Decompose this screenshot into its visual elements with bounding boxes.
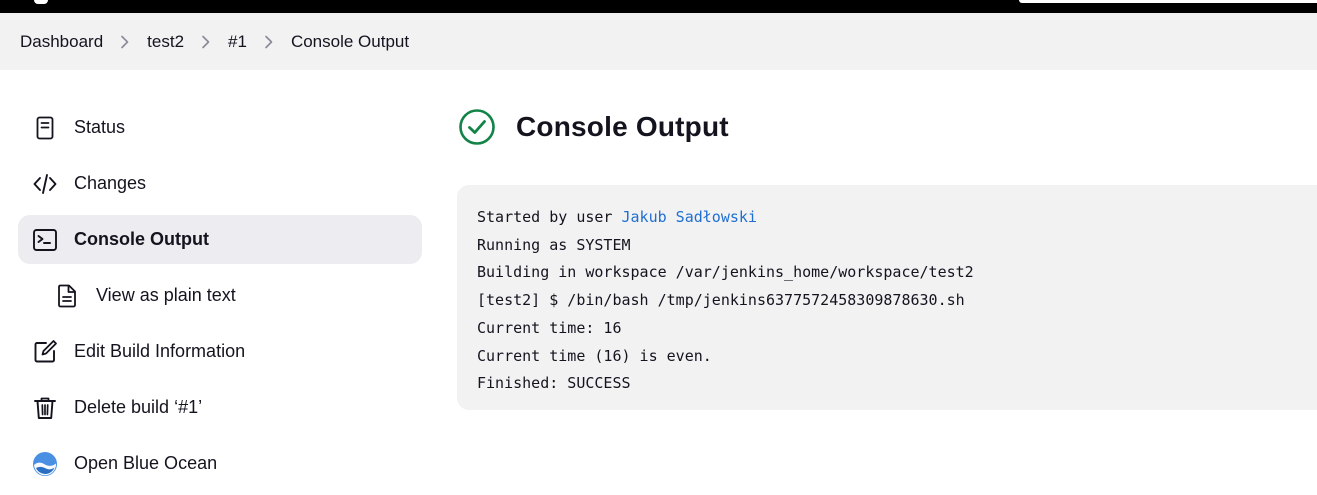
console-text: Started by user bbox=[477, 208, 622, 226]
top-header-bar bbox=[0, 0, 1317, 13]
sidebar-item-delete-build[interactable]: Delete build ‘#1’ bbox=[18, 383, 422, 432]
code-icon bbox=[32, 171, 58, 197]
chevron-right-icon[interactable] bbox=[111, 35, 139, 49]
sidebar-item-label: Delete build ‘#1’ bbox=[74, 397, 202, 418]
sidebar-item-label: Open Blue Ocean bbox=[74, 453, 217, 474]
sidebar-item-label: Console Output bbox=[74, 229, 209, 250]
blue-ocean-icon bbox=[32, 451, 58, 477]
chevron-right-icon[interactable] bbox=[255, 35, 283, 49]
sidebar-item-status[interactable]: Status bbox=[18, 103, 422, 152]
sidebar-item-label: Edit Build Information bbox=[74, 341, 245, 362]
console-line-started: Started by user Jakub Sadłowski bbox=[477, 204, 1317, 232]
chevron-right-icon[interactable] bbox=[192, 35, 220, 49]
console-line: Running as SYSTEM bbox=[477, 232, 1317, 260]
sidebar-item-view-as-plain-text[interactable]: View as plain text bbox=[18, 271, 422, 320]
console-line: Current time: 16 bbox=[477, 315, 1317, 343]
console-line: Current time (16) is even. bbox=[477, 343, 1317, 371]
user-link[interactable]: Jakub Sadłowski bbox=[622, 208, 757, 226]
sidebar-item-edit-build-information[interactable]: Edit Build Information bbox=[18, 327, 422, 376]
breadcrumb: Dashboard test2 #1 Console Output bbox=[0, 13, 1317, 70]
page-title: Console Output bbox=[516, 111, 729, 143]
trash-icon bbox=[32, 395, 58, 421]
console-output: Started by user Jakub SadłowskiRunning a… bbox=[457, 185, 1317, 410]
console-line: Building in workspace /var/jenkins_home/… bbox=[477, 259, 1317, 287]
terminal-icon bbox=[32, 227, 58, 253]
document-icon bbox=[32, 115, 58, 141]
breadcrumb-console-output[interactable]: Console Output bbox=[291, 32, 409, 52]
sidebar: Status Changes Console Output View as pl… bbox=[18, 103, 422, 495]
console-line: Finished: SUCCESS bbox=[477, 370, 1317, 398]
sidebar-item-open-blue-ocean[interactable]: Open Blue Ocean bbox=[18, 439, 422, 488]
sidebar-item-console-output[interactable]: Console Output bbox=[18, 215, 422, 264]
search-input[interactable] bbox=[1019, 0, 1317, 3]
console-line: [test2] $ /bin/bash /tmp/jenkins63775724… bbox=[477, 287, 1317, 315]
sidebar-item-label: Status bbox=[74, 117, 125, 138]
file-text-icon bbox=[54, 283, 80, 309]
page-header: Console Output bbox=[458, 108, 729, 146]
edit-icon bbox=[32, 339, 58, 365]
sidebar-item-label: View as plain text bbox=[96, 285, 236, 306]
sidebar-item-changes[interactable]: Changes bbox=[18, 159, 422, 208]
success-check-icon bbox=[458, 108, 496, 146]
breadcrumb-dashboard[interactable]: Dashboard bbox=[20, 32, 103, 52]
jenkins-logo[interactable] bbox=[34, 0, 48, 4]
sidebar-item-label: Changes bbox=[74, 173, 146, 194]
breadcrumb-test2[interactable]: test2 bbox=[147, 32, 184, 52]
breadcrumb-build-1[interactable]: #1 bbox=[228, 32, 247, 52]
